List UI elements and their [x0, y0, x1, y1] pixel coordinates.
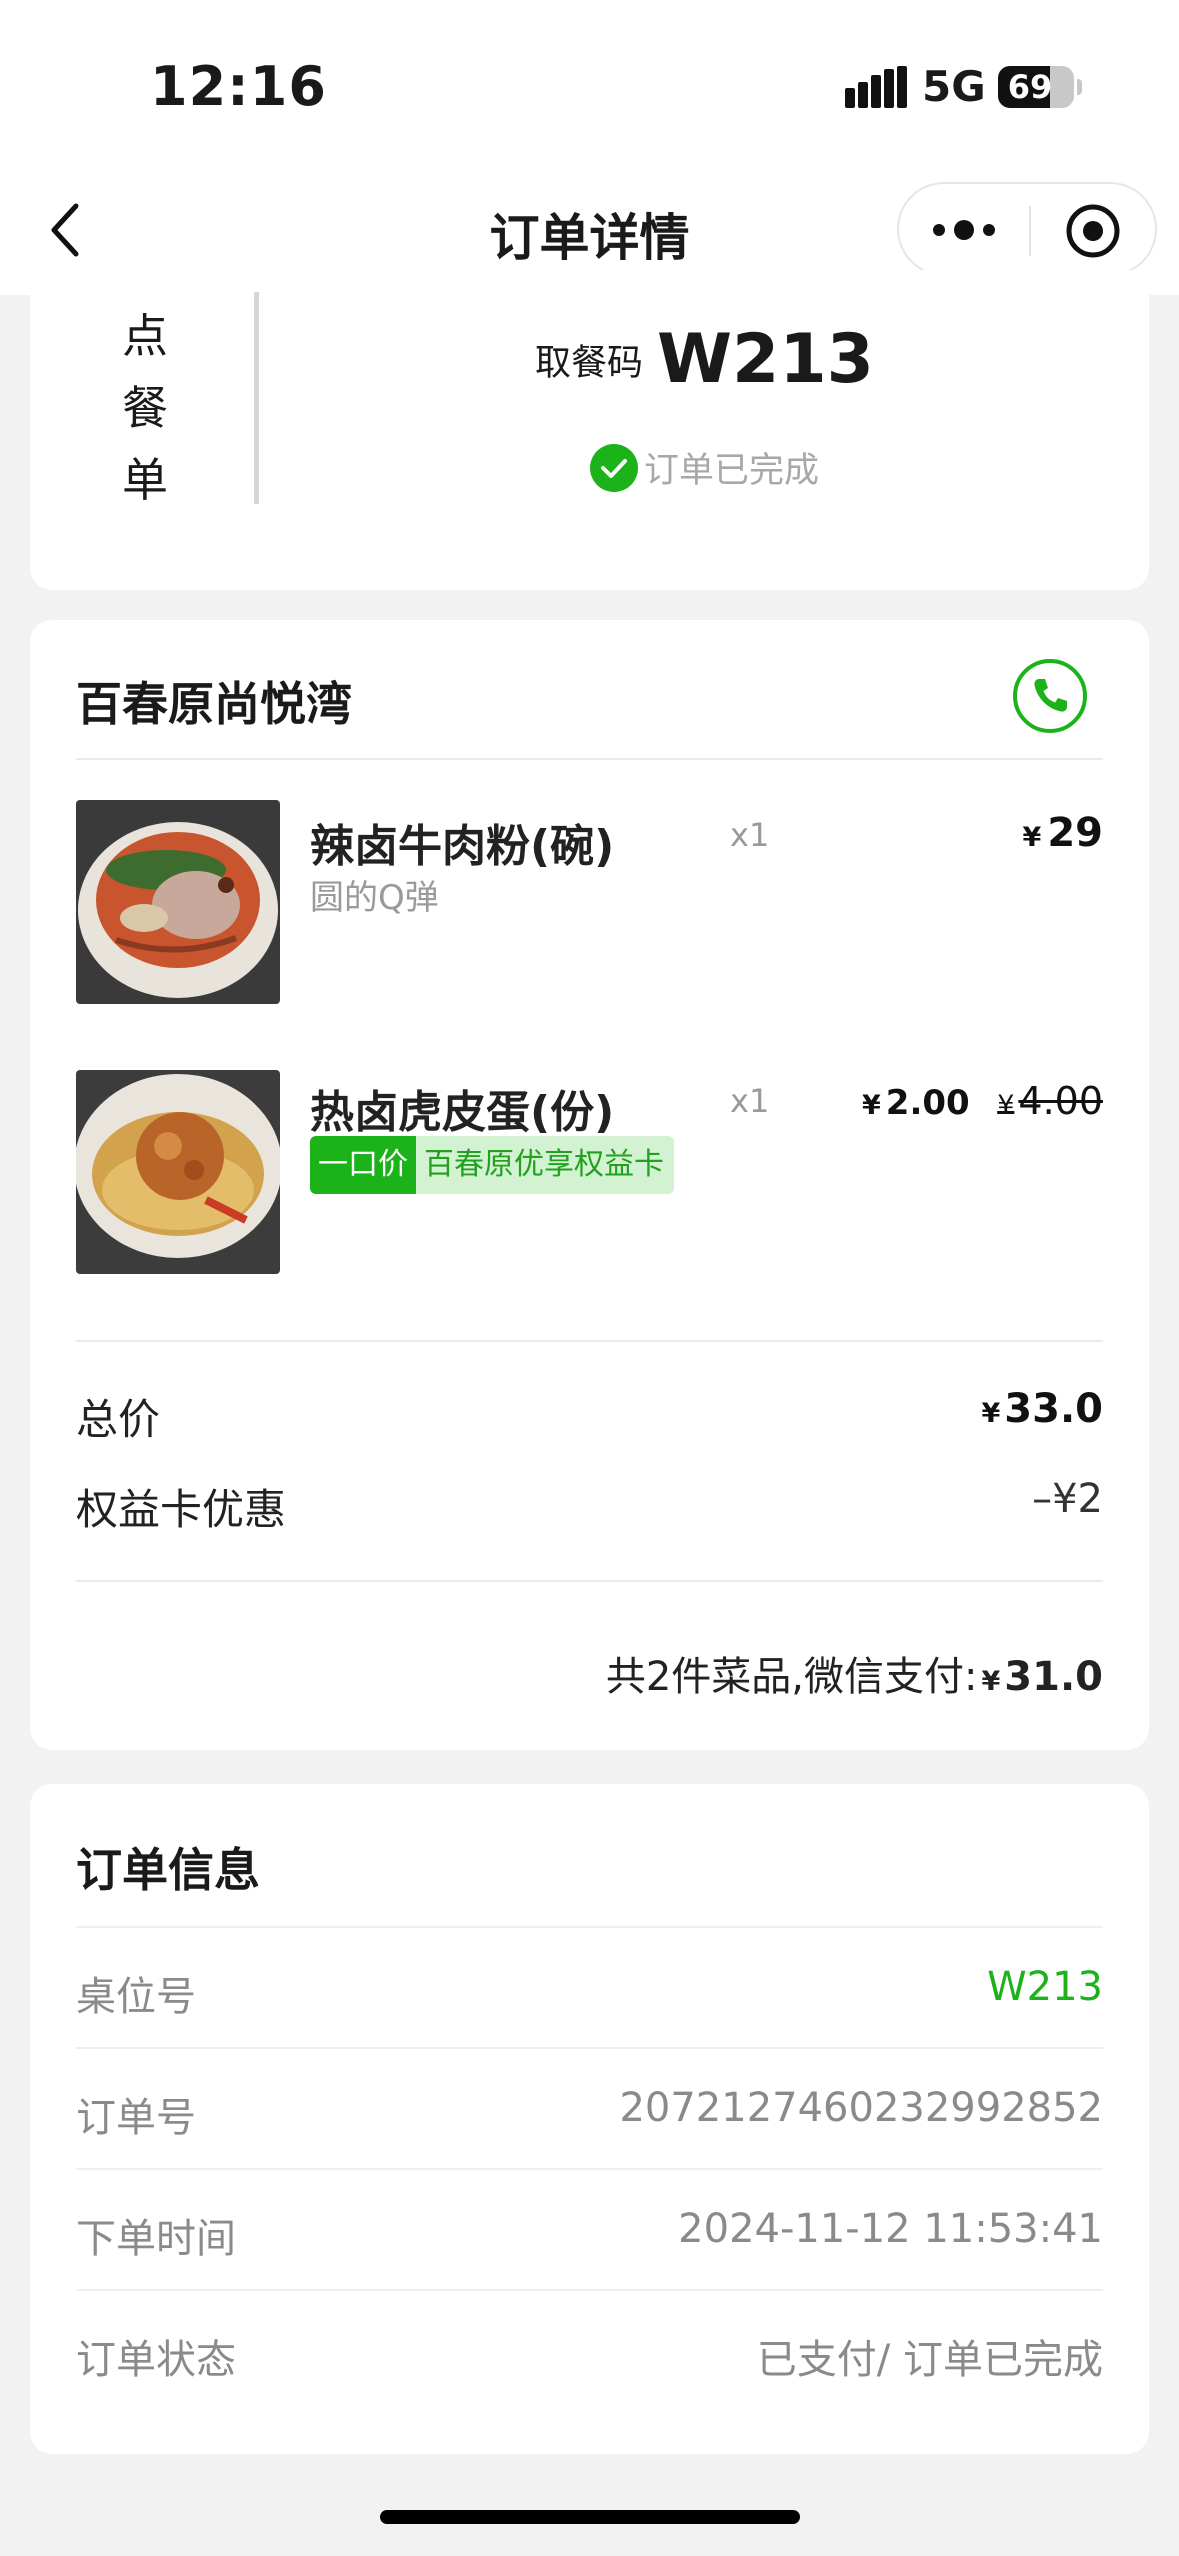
order-type-char: 单	[122, 453, 168, 507]
order-status: 订单已完成	[260, 442, 1149, 493]
promo-tag-label: 一口价	[310, 1136, 416, 1194]
target-icon[interactable]	[1064, 202, 1122, 260]
order-status-value: 已支付/ 订单已完成	[756, 2337, 1103, 2383]
info-row-order-status: 订单状态 已支付/ 订单已完成	[76, 2289, 1103, 2412]
miniprogram-capsule	[897, 182, 1157, 276]
table-number: W213	[987, 1964, 1103, 2010]
home-indicator	[380, 2510, 800, 2524]
info-label: 桌位号	[76, 1974, 196, 2020]
currency-symbol: ¥	[997, 1090, 1015, 1121]
promo-tag-text: 百春原优享权益卡	[416, 1136, 674, 1194]
payment-amount: 31.0	[1004, 1654, 1103, 1700]
pickup-code-value: W213	[657, 320, 874, 399]
pickup-card: 点 餐 单 取餐码 W213 订单已完成	[30, 270, 1149, 590]
currency-symbol: ¥	[1022, 822, 1042, 853]
divider	[76, 1340, 1103, 1342]
dish-image-beef-noodle	[76, 800, 280, 1004]
dish-price: ¥2.00	[862, 1083, 970, 1123]
total-label: 总价	[76, 1395, 161, 1444]
order-time: 2024-11-12 11:53:41	[678, 2206, 1103, 2252]
divider	[76, 758, 1103, 760]
pickup-code: 取餐码 W213	[260, 320, 1149, 399]
payment-summary: 共2件菜品,微信支付: ¥31.0	[606, 1644, 1103, 1702]
more-dots-icon[interactable]	[931, 210, 997, 250]
battery-level: 69	[1007, 68, 1053, 106]
dish-qty: x1	[730, 1082, 770, 1120]
payment-prefix: 共2件菜品,微信支付:	[605, 1654, 978, 1700]
store-name: 百春原尚悦湾	[76, 677, 352, 731]
discount-value: –¥2	[1032, 1476, 1103, 1522]
order-number: 2072127460232992852	[619, 2085, 1103, 2131]
info-row-table: 桌位号 W213	[76, 1926, 1103, 2049]
info-label: 订单状态	[76, 2337, 236, 2383]
phone-icon[interactable]	[1012, 658, 1088, 734]
dish-original-price-value: 4.00	[1018, 1079, 1103, 1123]
dish-price-value: 2.00	[885, 1083, 970, 1123]
promo-tag: 一口价 百春原优享权益卡	[310, 1136, 674, 1194]
order-type-char: 点	[122, 309, 168, 363]
capsule-divider	[1029, 206, 1031, 256]
dish-name: 热卤虎皮蛋(份)	[310, 1087, 615, 1138]
dish-price-value: 29	[1047, 810, 1103, 856]
info-label: 下单时间	[76, 2216, 236, 2262]
dish-desc: 圆的Q弹	[310, 878, 439, 918]
order-info-card: 订单信息 桌位号 W213 订单号 2072127460232992852 下单…	[30, 1784, 1149, 2454]
total-amount: 33.0	[1004, 1386, 1103, 1432]
egg-bowl-picture	[76, 1070, 280, 1274]
battery-nub	[1077, 79, 1082, 95]
discount-label: 权益卡优惠	[76, 1485, 287, 1534]
divider	[76, 1580, 1103, 1582]
check-circle-icon	[589, 443, 638, 492]
pickup-code-label: 取餐码	[535, 342, 644, 384]
dish-price: ¥29	[1023, 810, 1103, 856]
network-type: 5G	[922, 62, 986, 111]
status-time: 12:16	[150, 55, 327, 118]
status-bar: 12:16 5G 69	[0, 0, 1179, 170]
currency-symbol: ¥	[862, 1090, 881, 1121]
dish-name: 辣卤牛肉粉(碗)	[310, 821, 615, 872]
info-row-order-number: 订单号 2072127460232992852	[76, 2047, 1103, 2170]
order-type-char: 餐	[122, 381, 168, 435]
dish-original-price: ¥4.00	[997, 1079, 1103, 1123]
order-card: 百春原尚悦湾 辣卤牛肉粉(碗) 圆的Q弹 x1 ¥29 热卤虎皮蛋(份) x1 …	[30, 620, 1149, 1750]
vertical-divider	[254, 292, 259, 504]
battery-icon: 69	[998, 66, 1074, 108]
order-status-text: 订单已完成	[643, 451, 819, 491]
info-row-order-time: 下单时间 2024-11-12 11:53:41	[76, 2168, 1103, 2291]
dish-image-tiger-egg	[76, 1070, 280, 1274]
currency-symbol: ¥	[981, 1398, 1001, 1429]
info-label: 订单号	[76, 2095, 196, 2141]
order-info-title: 订单信息	[76, 1843, 260, 1897]
dish-qty: x1	[730, 816, 770, 854]
currency-symbol: ¥	[981, 1666, 1001, 1697]
total-value: ¥33.0	[982, 1386, 1104, 1432]
cellular-signal-icon	[845, 66, 907, 108]
noodle-bowl-picture	[76, 800, 280, 1004]
order-type-label: 点 餐 单	[115, 300, 175, 516]
